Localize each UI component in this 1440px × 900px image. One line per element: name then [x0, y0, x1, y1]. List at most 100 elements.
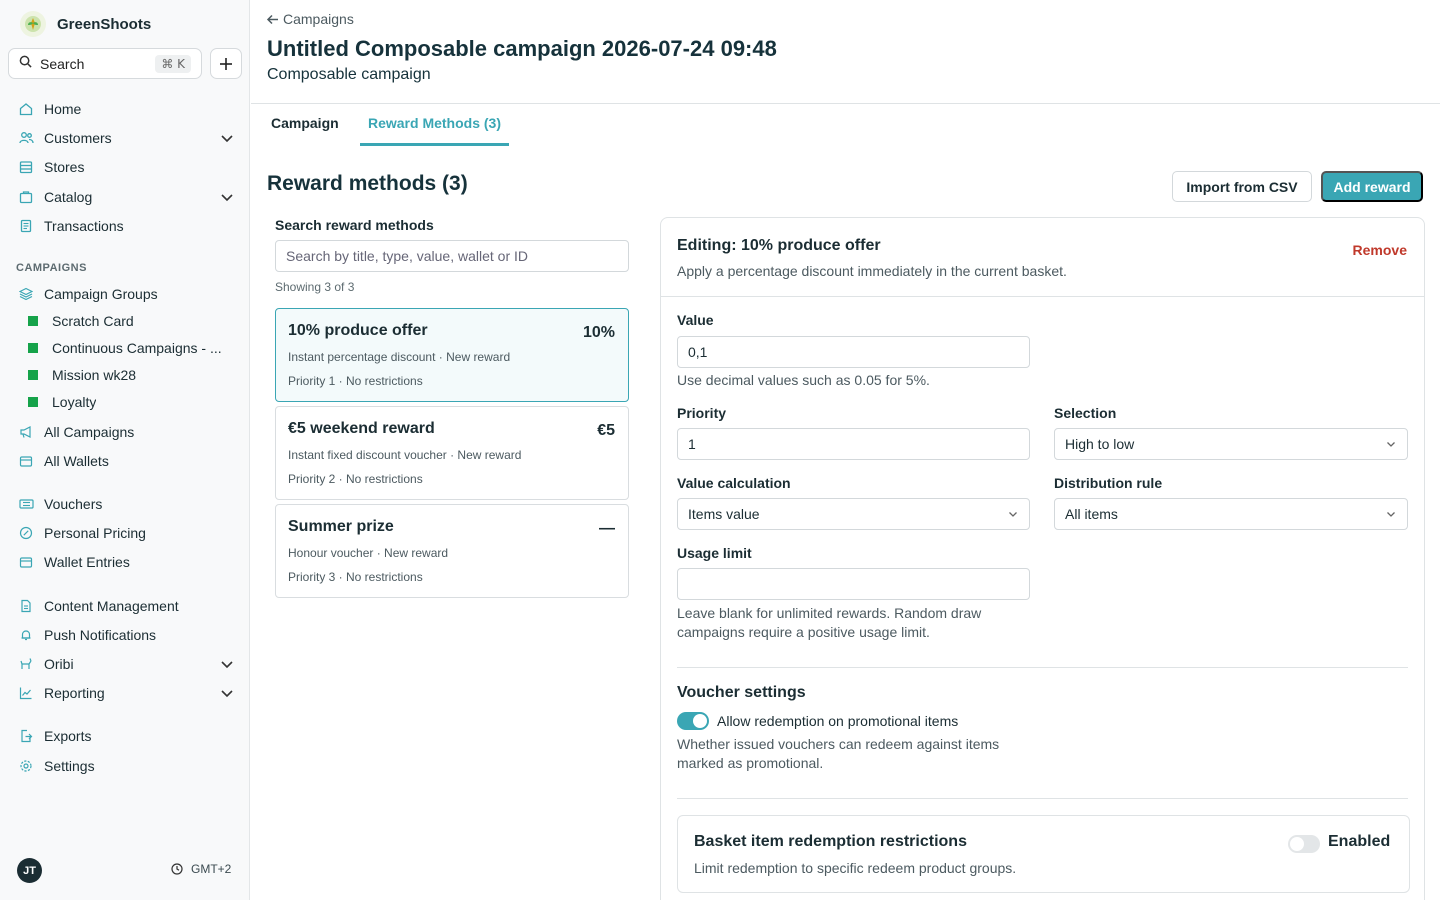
- selection-select[interactable]: High to low: [1054, 428, 1408, 460]
- group-color-swatch: [28, 397, 38, 407]
- nav-oribi[interactable]: Oribi: [18, 652, 238, 676]
- results-count: Showing 3 of 3: [275, 280, 355, 294]
- nav-all-wallets-label: All Wallets: [44, 453, 109, 469]
- value-help: Use decimal values such as 0.05 for 5%.: [677, 372, 930, 388]
- nav-catalog[interactable]: Catalog: [18, 185, 238, 209]
- selection-label: Selection: [1054, 405, 1117, 421]
- nav-push-notifications-label: Push Notifications: [44, 627, 157, 643]
- page-subtitle: Composable campaign: [267, 66, 431, 83]
- remove-button[interactable]: Remove: [1353, 242, 1407, 258]
- nav-personal-pricing-label: Personal Pricing: [44, 525, 146, 541]
- chevron-down-icon[interactable]: [218, 129, 236, 147]
- usage-limit-help-line: Leave blank for unlimited rewards. Rando…: [677, 605, 982, 621]
- promo-items-help-line: marked as promotional.: [677, 755, 824, 771]
- avatar[interactable]: JT: [17, 858, 42, 883]
- value-calculation-select[interactable]: Items value: [677, 498, 1030, 530]
- campaign-group-item[interactable]: Scratch Card: [28, 310, 233, 332]
- value-input[interactable]: 0,1: [677, 336, 1030, 368]
- promo-items-toggle[interactable]: [677, 712, 709, 730]
- tab-campaign[interactable]: Campaign: [271, 115, 339, 146]
- nav-oribi-label: Oribi: [44, 656, 74, 672]
- nav-settings-label: Settings: [44, 758, 95, 774]
- reward-card-meta: Priority 1 · No restrictions: [288, 374, 423, 388]
- brand[interactable]: GreenShoots: [20, 11, 151, 37]
- chevron-down-icon[interactable]: [218, 188, 236, 206]
- usage-limit-label: Usage limit: [677, 545, 752, 561]
- campaign-group-label: Scratch Card: [52, 313, 134, 329]
- nav-reporting[interactable]: Reporting: [18, 681, 238, 705]
- nav-reporting-label: Reporting: [44, 685, 105, 701]
- nav-exports[interactable]: Exports: [18, 724, 238, 748]
- header-divider: [251, 103, 1440, 104]
- sidebar: GreenShoots Search ⌘ K Home Customers St…: [0, 0, 250, 900]
- reward-search-label: Search reward methods: [275, 217, 434, 233]
- nav-settings[interactable]: Settings: [18, 754, 238, 778]
- toggle-knob: [1290, 837, 1304, 851]
- nav-push-notifications[interactable]: Push Notifications: [18, 623, 238, 647]
- add-reward-button[interactable]: Add reward: [1321, 171, 1423, 202]
- nav-all-campaigns[interactable]: All Campaigns: [18, 420, 238, 444]
- usage-limit-help-line: campaigns require a positive usage limit…: [677, 624, 930, 640]
- distribution-rule-label: Distribution rule: [1054, 475, 1163, 491]
- layers-icon: [18, 286, 34, 302]
- nav-content-management-label: Content Management: [44, 598, 179, 614]
- reward-card[interactable]: Summer prize — Honour voucher · New rewa…: [275, 504, 629, 598]
- reward-card-value: —: [599, 520, 615, 537]
- campaign-group-item[interactable]: Mission wk28: [28, 364, 233, 386]
- nav-customers[interactable]: Customers: [18, 126, 238, 150]
- editor-description: Apply a percentage discount immediately …: [677, 263, 1067, 279]
- reward-card-title: Summer prize: [288, 518, 394, 535]
- store-icon: [18, 159, 34, 175]
- basket-restrictions-toggle-label: Enabled: [1328, 833, 1391, 850]
- group-color-swatch: [28, 343, 38, 353]
- sidebar-search[interactable]: Search ⌘ K: [8, 48, 202, 79]
- nav-transactions[interactable]: Transactions: [18, 214, 238, 238]
- nav-home-label: Home: [44, 101, 82, 117]
- document-icon: [18, 598, 34, 614]
- basket-restrictions-toggle[interactable]: [1288, 835, 1320, 853]
- brand-name: GreenShoots: [57, 15, 152, 33]
- brand-logo-icon: [20, 11, 46, 37]
- usage-limit-input[interactable]: [677, 568, 1030, 600]
- nav-content-management[interactable]: Content Management: [18, 594, 238, 618]
- tab-reward-methods[interactable]: Reward Methods (3): [360, 115, 509, 146]
- nav-stores[interactable]: Stores: [18, 155, 238, 179]
- nav-customers-label: Customers: [44, 130, 112, 146]
- distribution-rule-value: All items: [1065, 506, 1118, 522]
- value-calculation-value: Items value: [688, 506, 760, 522]
- chevron-down-icon[interactable]: [218, 684, 236, 702]
- value-label: Value: [677, 312, 714, 328]
- nav-catalog-label: Catalog: [44, 189, 93, 205]
- basket-restrictions-card: Basket item redemption restrictions Limi…: [677, 815, 1410, 893]
- nav-campaign-groups[interactable]: Campaign Groups: [18, 282, 238, 306]
- nav-vouchers[interactable]: Vouchers: [18, 492, 238, 516]
- ticket-icon: [18, 496, 34, 512]
- nav-home[interactable]: Home: [18, 97, 238, 121]
- nav-all-wallets[interactable]: All Wallets: [18, 449, 238, 473]
- chevron-down-icon[interactable]: [218, 655, 236, 673]
- back-to-campaigns-link[interactable]: Campaigns: [266, 11, 354, 27]
- reward-card[interactable]: 10% produce offer 10% Instant percentage…: [275, 308, 629, 402]
- nav-personal-pricing[interactable]: Personal Pricing: [18, 521, 238, 545]
- search-label: Search: [40, 55, 85, 72]
- antelope-icon: [18, 656, 34, 672]
- distribution-rule-select[interactable]: All items: [1054, 498, 1408, 530]
- wallet-icon: [18, 453, 34, 469]
- reward-search-input[interactable]: [275, 240, 629, 272]
- create-button[interactable]: [210, 48, 242, 79]
- nav-vouchers-label: Vouchers: [44, 496, 103, 512]
- reward-card-title: 10% produce offer: [288, 322, 428, 339]
- campaign-group-item[interactable]: Continuous Campaigns - ...: [28, 337, 233, 359]
- arrow-left-icon: [266, 14, 278, 24]
- campaign-group-item[interactable]: Loyalty: [28, 391, 233, 413]
- reward-card[interactable]: €5 weekend reward €5 Instant fixed disco…: [275, 406, 629, 500]
- catalog-icon: [18, 189, 34, 205]
- import-csv-button[interactable]: Import from CSV: [1172, 171, 1312, 202]
- timezone-indicator[interactable]: GMT+2: [171, 862, 231, 876]
- group-color-swatch: [28, 370, 38, 380]
- nav-wallet-entries[interactable]: Wallet Entries: [18, 550, 238, 574]
- priority-input[interactable]: 1: [677, 428, 1030, 460]
- campaign-group-label: Mission wk28: [52, 367, 137, 383]
- megaphone-icon: [18, 424, 34, 440]
- line-chart-icon: [18, 685, 34, 701]
